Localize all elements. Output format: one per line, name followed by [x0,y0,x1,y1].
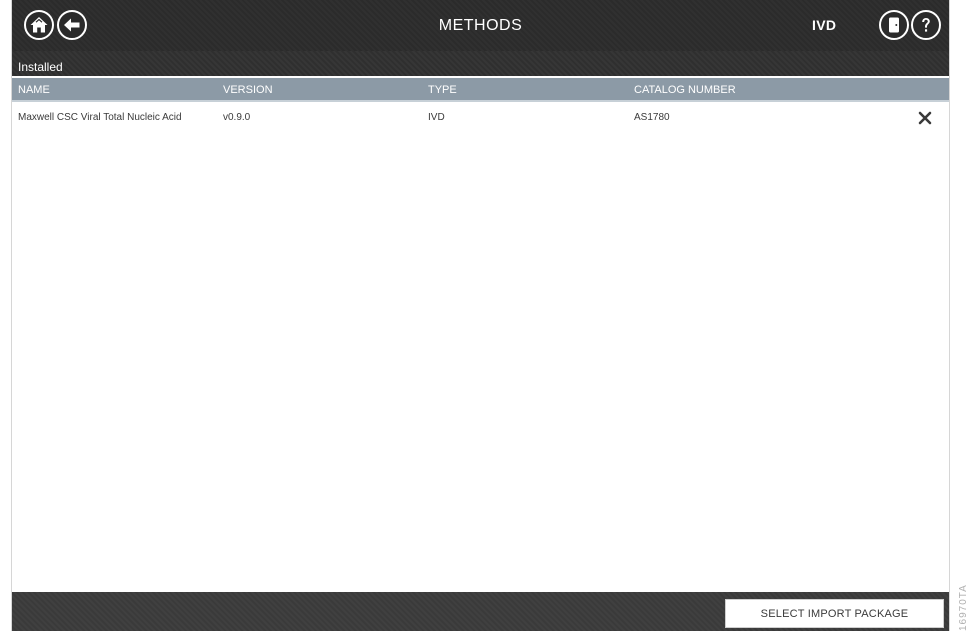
section-title: Installed [18,60,63,74]
page-title: METHODS [438,17,523,34]
close-icon [918,111,932,125]
help-button[interactable] [911,10,941,40]
method-type: IVD [428,112,445,123]
methods-screen: METHODS IVD Installed NAME VERSION TYPE … [11,0,950,631]
door-exit-icon [889,17,899,33]
mode-label: IVD [812,17,837,33]
column-header-version: VERSION [223,84,273,96]
bottom-toolbar: SELECT IMPORT PACKAGE [12,592,949,631]
method-version: v0.9.0 [223,112,251,123]
delete-method-button[interactable] [917,110,933,126]
figure-code: 16970TA [958,584,969,631]
method-name: Maxwell CSC Viral Total Nucleic Acid [18,112,182,123]
top-toolbar: METHODS IVD [12,0,949,51]
column-header-name: NAME [18,84,50,96]
table-row[interactable]: Maxwell CSC Viral Total Nucleic Acid v0.… [12,106,949,128]
back-arrow-icon [64,18,80,32]
home-icon [30,17,48,33]
select-import-package-button[interactable]: SELECT IMPORT PACKAGE [725,599,944,628]
column-header-type: TYPE [428,84,457,96]
section-header: Installed [12,51,949,76]
table-header: NAME VERSION TYPE CATALOG NUMBER [12,78,949,102]
method-catalog-number: AS1780 [634,112,670,123]
logout-button[interactable] [879,10,909,40]
help-icon [922,18,930,32]
back-button[interactable] [57,10,87,40]
home-button[interactable] [24,10,54,40]
column-header-catalog-number: CATALOG NUMBER [634,84,736,96]
